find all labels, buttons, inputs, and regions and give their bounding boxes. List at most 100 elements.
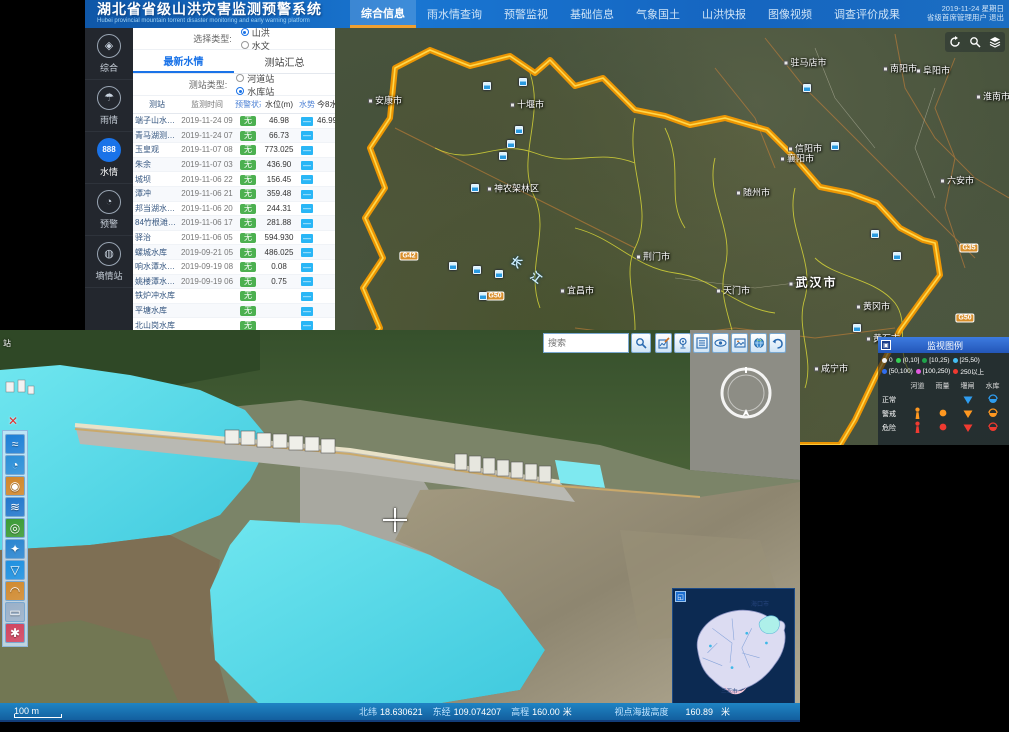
nav-item-0[interactable]: 综合信息 xyxy=(350,0,416,28)
trend-badge: — xyxy=(301,161,313,170)
water-station-marker[interactable] xyxy=(871,230,879,238)
dot-legend-icon xyxy=(930,422,955,434)
rain-class-dot xyxy=(882,358,887,363)
table-cell: — xyxy=(297,203,317,213)
water-station-marker[interactable] xyxy=(471,184,479,192)
water-station-marker[interactable] xyxy=(515,126,523,134)
legend-header: ▣ 监视图例 xyxy=(878,337,1009,353)
water-splash-tool[interactable]: ✦ xyxy=(5,539,25,559)
city-label-17: 咸宁市 xyxy=(814,362,848,375)
water-station-marker[interactable] xyxy=(803,84,811,92)
nav-item-7[interactable]: 调查评价成果 xyxy=(823,0,911,28)
nav-item-3[interactable]: 基础信息 xyxy=(559,0,625,28)
table-cell: 无 xyxy=(235,261,261,272)
tab-1[interactable]: 测站汇总 xyxy=(234,50,335,73)
alert-effect-tool[interactable]: ✱ xyxy=(5,623,25,643)
refresh-icon xyxy=(949,36,961,48)
table-row[interactable]: 姚楼潭水库(..2019-09-19 06无0.75— xyxy=(133,275,335,290)
nav-item-2[interactable]: 预警监视 xyxy=(493,0,559,28)
table-row[interactable]: 驿治2019-11-06 05无594.930— xyxy=(133,231,335,246)
water-station-marker[interactable] xyxy=(831,142,839,150)
table-row[interactable]: 北山岗水库无— xyxy=(133,318,335,330)
table-cell: 青马湖测量站 xyxy=(133,130,179,141)
city-label-14: 武汉市 xyxy=(788,274,837,291)
table-row[interactable]: 响水潭水库(..2019-09-19 08无0.08— xyxy=(133,260,335,275)
radar-scan-tool[interactable]: ◎ xyxy=(5,518,25,538)
table-cell: 2019-11-24 09 xyxy=(179,116,235,125)
water-station-marker[interactable] xyxy=(495,270,503,278)
table-row[interactable]: 青马湖测量站2019-11-24 07无66.73— xyxy=(133,129,335,144)
waves-tool[interactable]: ≋ xyxy=(5,497,25,517)
chart-edit-button[interactable] xyxy=(655,333,672,353)
table-row[interactable]: 城坝2019-11-06 22无156.45— xyxy=(133,172,335,187)
search-button[interactable] xyxy=(967,34,983,50)
status-badge: 无 xyxy=(240,160,256,170)
nav-item-6[interactable]: 图像视频 xyxy=(757,0,823,28)
water-station-marker[interactable] xyxy=(449,262,457,270)
legend-collapse-icon[interactable]: ▣ xyxy=(881,340,891,350)
water-station-marker[interactable] xyxy=(473,266,481,274)
table-cell: 486.025 xyxy=(261,248,297,257)
compass-control[interactable] xyxy=(718,365,774,421)
table-row[interactable]: 玉皇观2019-11-07 08无773.025— xyxy=(133,143,335,158)
sidebar-item-0[interactable]: ◈综合 xyxy=(85,28,133,80)
globe-button[interactable] xyxy=(750,333,767,353)
list-button[interactable] xyxy=(693,333,710,353)
viewer-3d-window[interactable]: 站 ✕ ≈◔◉≋◎✦▽◠▭✱ ◱ xyxy=(0,330,800,722)
nav-item-4[interactable]: 气象国土 xyxy=(625,0,691,28)
table-row[interactable]: 潭冲2019-11-06 21无359.48— xyxy=(133,187,335,202)
table-row[interactable]: 铁炉冲水库无— xyxy=(133,289,335,304)
nav-item-5[interactable]: 山洪快报 xyxy=(691,0,757,28)
current-user[interactable]: 省级首席管理用户 退出 xyxy=(927,13,1004,22)
flood-area-tool[interactable]: ▽ xyxy=(5,560,25,580)
undo-button[interactable] xyxy=(769,333,786,353)
table-header-cell: 水位(m) xyxy=(261,99,297,110)
inset-toggle-icon[interactable]: ◱ xyxy=(675,591,686,602)
table-row[interactable]: 平塘水库无— xyxy=(133,304,335,319)
tab-0[interactable]: 最新水情 xyxy=(133,50,234,73)
monitor-frame-tool[interactable]: ▭ xyxy=(5,602,25,622)
water-station-marker[interactable] xyxy=(499,152,507,160)
image-button[interactable] xyxy=(731,333,748,353)
table-cell: — xyxy=(297,160,317,170)
water-station-marker[interactable] xyxy=(483,82,491,90)
station-type-option-0[interactable]: 河道站 xyxy=(236,72,274,85)
water-station-marker[interactable] xyxy=(507,140,515,148)
search-icon xyxy=(969,36,981,48)
refresh-button[interactable] xyxy=(947,34,963,50)
status-badge: 无 xyxy=(240,204,256,214)
whirlpool-tool[interactable]: ◔ xyxy=(5,455,25,475)
sidebar-item-1[interactable]: ☂雨情 xyxy=(85,80,133,132)
overview-inset-map[interactable]: ◱ 海口市 三亚市 xyxy=(672,588,795,705)
water-station-marker[interactable] xyxy=(853,324,861,332)
sediment-tool[interactable]: ◠ xyxy=(5,581,25,601)
sidebar-item-4[interactable]: ◍墒情站 xyxy=(85,236,133,288)
status-badge: 无 xyxy=(240,233,256,243)
city-label-11: 荆门市 xyxy=(636,250,670,263)
table-row[interactable]: 邦当湖水位..2019-11-06 20无244.31— xyxy=(133,202,335,217)
eye-button[interactable] xyxy=(712,333,729,353)
water-station-marker[interactable] xyxy=(893,252,901,260)
nav-item-1[interactable]: 雨水情查询 xyxy=(416,0,493,28)
table-row[interactable]: 84竹根滩水..2019-11-06 17无281.88— xyxy=(133,216,335,231)
layers-button[interactable] xyxy=(987,34,1003,50)
table-header-cell: 今8水位(m) xyxy=(317,99,335,110)
water-station-marker[interactable] xyxy=(519,78,527,86)
search-button[interactable] xyxy=(631,333,651,353)
city-marker-icon xyxy=(510,103,515,108)
table-row[interactable]: 朱余2019-11-07 03无436.90— xyxy=(133,158,335,173)
elev-value: 160.00 xyxy=(532,707,560,717)
rain-effect-tool[interactable]: ≈ xyxy=(5,434,25,454)
water-station-marker[interactable] xyxy=(479,292,487,300)
typhoon-tool[interactable]: ◉ xyxy=(5,476,25,496)
table-cell: — xyxy=(297,291,317,301)
sidebar-item-3[interactable]: ◔预警 xyxy=(85,184,133,236)
sidebar-item-2[interactable]: 888水情 xyxy=(85,132,133,184)
camera-button[interactable] xyxy=(674,333,691,353)
table-row[interactable]: 端子山水位站(..2019-11-24 09无46.98—46.99 xyxy=(133,114,335,129)
table-row[interactable]: 螺城水库2019-09-21 05无486.025— xyxy=(133,245,335,260)
close-viewer-button[interactable]: ✕ xyxy=(4,414,22,428)
table-cell: — xyxy=(297,189,317,199)
search-input[interactable] xyxy=(543,333,629,353)
table-cell: 无 xyxy=(235,144,261,155)
